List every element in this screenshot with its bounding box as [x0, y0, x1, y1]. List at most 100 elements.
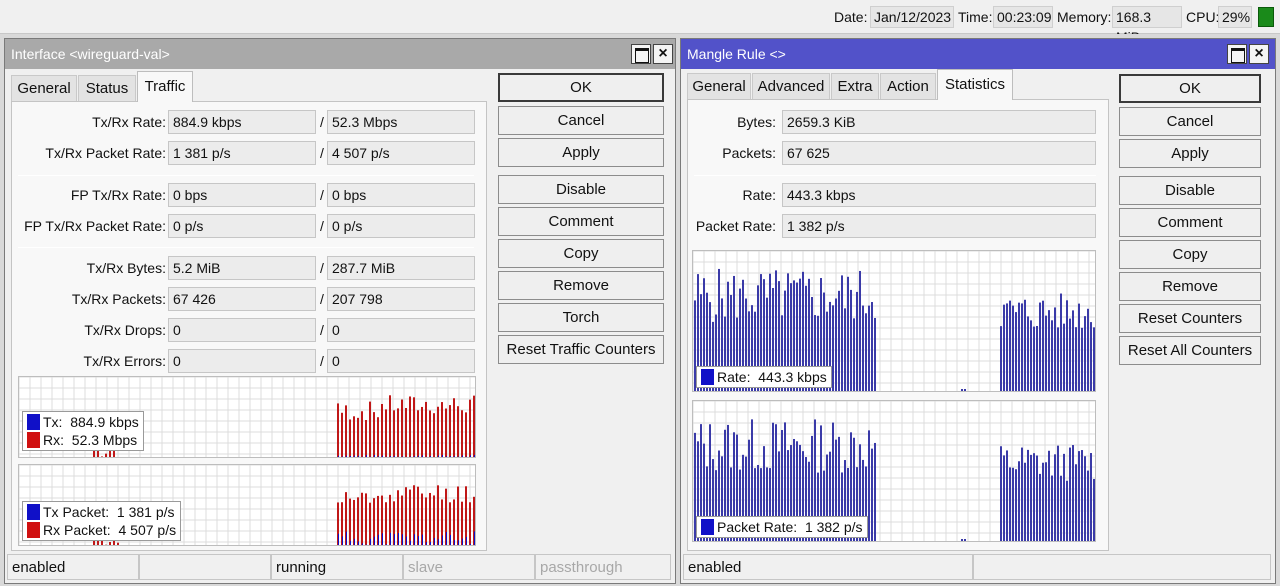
- traffic-bar: [1021, 303, 1023, 391]
- remove-button[interactable]: Remove: [1119, 272, 1261, 301]
- legend-rx-packet-value: 4 507 p/s: [118, 522, 177, 538]
- traffic-bar: [1090, 453, 1092, 541]
- rate-field[interactable]: 443.3 kbps: [782, 183, 1096, 207]
- tx-bar: [450, 456, 451, 457]
- rx-bar: [357, 497, 359, 545]
- rx-bytes-field[interactable]: 287.7 MiB: [327, 256, 475, 280]
- reset-all-counters-button[interactable]: Reset All Counters: [1119, 336, 1261, 365]
- traffic-bar: [1078, 451, 1080, 541]
- rx-bar: [453, 398, 455, 457]
- traffic-bar: [1009, 300, 1011, 391]
- tx-errors-field[interactable]: 0: [168, 349, 316, 373]
- disable-button[interactable]: Disable: [498, 175, 664, 204]
- apply-button[interactable]: Apply: [498, 138, 664, 167]
- copy-button[interactable]: Copy: [498, 239, 664, 268]
- maximize-icon[interactable]: [631, 44, 651, 64]
- fp-txrx-rate-label: FP Tx/Rx Rate:: [70, 187, 166, 203]
- status-enabled: enabled: [683, 554, 973, 580]
- legend-rx-value: 52.3 Mbps: [71, 432, 138, 448]
- rx-packets-field[interactable]: 207 798: [327, 287, 475, 311]
- close-icon[interactable]: ×: [1249, 44, 1269, 64]
- fp-rx-packet-rate-field[interactable]: 0 p/s: [327, 214, 475, 238]
- fp-rx-rate-field[interactable]: 0 bps: [327, 183, 475, 207]
- packets-field[interactable]: 67 625: [782, 141, 1096, 165]
- traffic-bar: [1027, 316, 1029, 391]
- traffic-bar: [1015, 469, 1017, 541]
- fp-tx-rate-field[interactable]: 0 bps: [168, 183, 316, 207]
- fp-tx-packet-rate-field[interactable]: 0 p/s: [168, 214, 316, 238]
- tx-bar: [462, 538, 463, 545]
- rx-bar: [341, 412, 343, 457]
- cancel-button[interactable]: Cancel: [498, 106, 664, 135]
- tx-drops-field[interactable]: 0: [168, 318, 316, 342]
- window-title: Mangle Rule <>: [687, 46, 786, 62]
- mangle-window-titlebar[interactable]: Mangle Rule <> ×: [681, 39, 1275, 69]
- remove-button[interactable]: Remove: [498, 271, 664, 300]
- tab-general[interactable]: General: [11, 75, 77, 101]
- tx-bar: [454, 540, 455, 545]
- reset-traffic-counters-button[interactable]: Reset Traffic Counters: [498, 335, 664, 364]
- packet-graph-legend: Tx Packet: 1 381 p/s Rx Packet: 4 507 p/…: [22, 501, 182, 541]
- cancel-button[interactable]: Cancel: [1119, 107, 1261, 136]
- packet-rate-field[interactable]: 1 382 p/s: [782, 214, 1096, 238]
- traffic-bar: [1048, 450, 1050, 541]
- traffic-bar: [865, 313, 867, 391]
- rx-errors-field[interactable]: 0: [327, 349, 475, 373]
- tx-bar: [418, 455, 419, 457]
- rx-bar: [385, 409, 387, 457]
- tx-bar: [366, 544, 367, 545]
- tab-general[interactable]: General: [687, 73, 751, 99]
- close-icon[interactable]: ×: [653, 44, 673, 64]
- rx-bar: [105, 453, 107, 457]
- slash-separator: /: [320, 218, 324, 234]
- traffic-bar: [871, 448, 873, 541]
- rx-bar: [469, 399, 471, 457]
- tx-bar: [402, 456, 403, 457]
- rx-bar: [457, 406, 459, 457]
- tx-packet-rate-field[interactable]: 1 381 p/s: [168, 141, 316, 165]
- tx-bar: [342, 536, 343, 545]
- tx-bar: [370, 538, 371, 545]
- traffic-bar: [1036, 455, 1038, 541]
- tx-packets-field[interactable]: 67 426: [168, 287, 316, 311]
- interface-window-titlebar[interactable]: Interface <wireguard-val> ×: [5, 39, 675, 69]
- comment-button[interactable]: Comment: [498, 207, 664, 236]
- tx-bar: [406, 536, 407, 545]
- tx-bar: [386, 456, 387, 457]
- tab-statistics[interactable]: Statistics: [937, 69, 1013, 100]
- bytes-field[interactable]: 2659.3 KiB: [782, 110, 1096, 134]
- reset-counters-button[interactable]: Reset Counters: [1119, 304, 1261, 333]
- traffic-bar: [847, 276, 849, 391]
- rx-drops-field[interactable]: 0: [327, 318, 475, 342]
- tab-action[interactable]: Action: [880, 73, 936, 99]
- tx-bytes-field[interactable]: 5.2 MiB: [168, 256, 316, 280]
- rx-bar: [417, 410, 419, 457]
- traffic-bar: [1006, 303, 1008, 391]
- traffic-bar: [961, 389, 963, 391]
- tab-advanced[interactable]: Advanced: [752, 73, 830, 99]
- cpu-value: 29%: [1218, 6, 1252, 28]
- ok-button[interactable]: OK: [1119, 74, 1261, 103]
- copy-button[interactable]: Copy: [1119, 240, 1261, 269]
- traffic-bar: [1009, 467, 1011, 541]
- disable-button[interactable]: Disable: [1119, 176, 1261, 205]
- status-slave: slave: [403, 554, 535, 580]
- traffic-bar: [1036, 325, 1038, 391]
- rx-bar: [409, 396, 411, 457]
- rx-packet-rate-field[interactable]: 4 507 p/s: [327, 141, 475, 165]
- rx-rate-field[interactable]: 52.3 Mbps: [327, 110, 475, 134]
- tab-status[interactable]: Status: [78, 75, 136, 101]
- torch-button[interactable]: Torch: [498, 303, 664, 332]
- rx-bar: [453, 499, 455, 545]
- tab-traffic[interactable]: Traffic: [137, 71, 193, 102]
- rx-bar: [441, 402, 443, 457]
- tab-extra[interactable]: Extra: [831, 73, 879, 99]
- tx-rate-field[interactable]: 884.9 kbps: [168, 110, 316, 134]
- tx-bar: [430, 541, 431, 545]
- traffic-bar: [1081, 450, 1083, 541]
- ok-button[interactable]: OK: [498, 73, 664, 102]
- comment-button[interactable]: Comment: [1119, 208, 1261, 237]
- rx-bar: [429, 410, 431, 457]
- maximize-icon[interactable]: [1227, 44, 1247, 64]
- apply-button[interactable]: Apply: [1119, 139, 1261, 168]
